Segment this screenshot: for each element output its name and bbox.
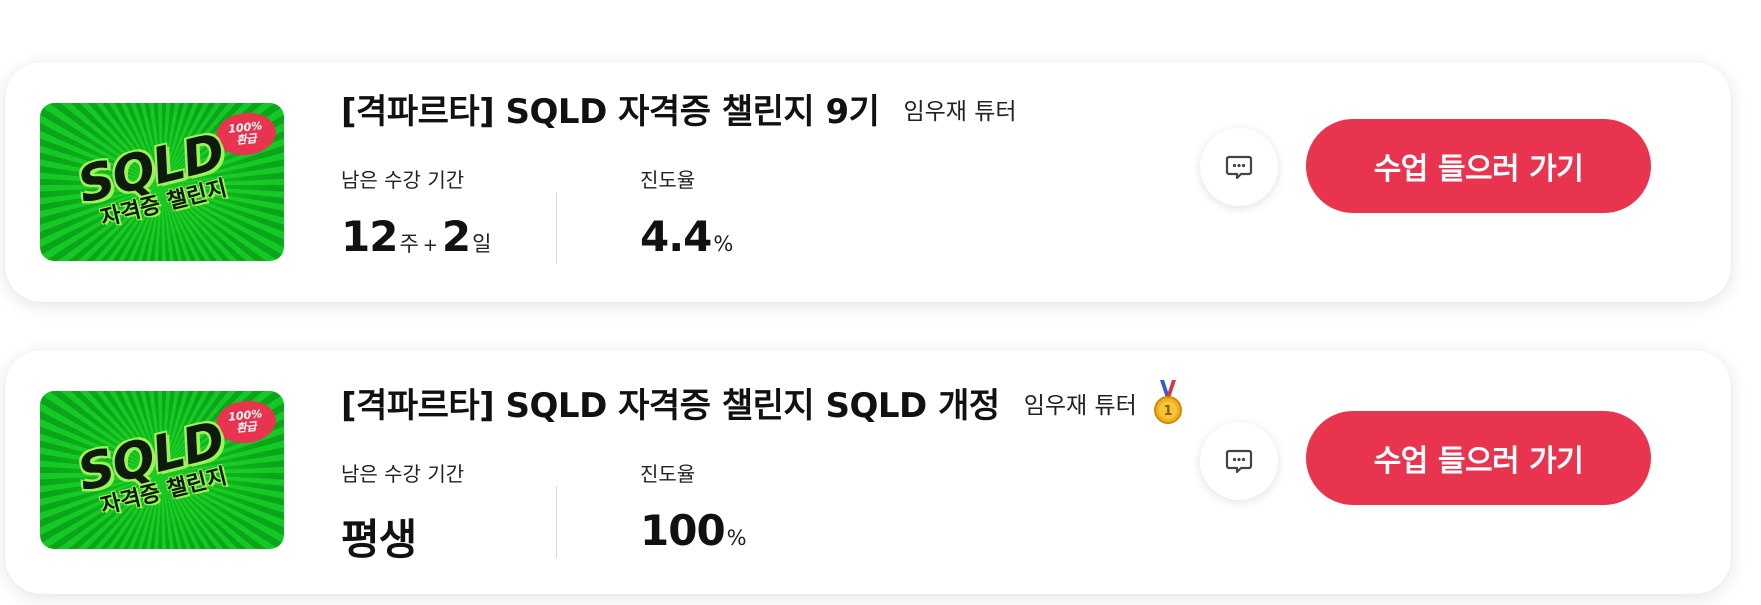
course-card: 100% 환급 SQLD 자격증 챌린지 [격파르타] SQLD 자격증 챌린지… (5, 62, 1731, 302)
stat-divider (556, 486, 557, 558)
go-to-class-button[interactable]: 수업 들으러 가기 (1306, 119, 1651, 213)
thumbnail-logo: SQLD 자격증 챌린지 (72, 410, 230, 520)
progress-value: 100 % (640, 506, 747, 555)
tutor-name: 임우재 튜터 (903, 98, 1017, 125)
gold-medal-icon: 1 (1153, 379, 1183, 426)
svg-text:1: 1 (1163, 404, 1172, 419)
chat-button[interactable] (1200, 128, 1278, 206)
progress-value: 4.4 % (640, 212, 734, 261)
title-row: [격파르타] SQLD 자격증 챌린지 SQLD 개정 임우재 튜터 1 (341, 378, 1183, 427)
progress-label: 진도율 (640, 462, 696, 486)
course-thumbnail[interactable]: 100% 환급 SQLD 자격증 챌린지 (40, 391, 284, 549)
progress-label: 진도율 (640, 168, 696, 192)
chat-button[interactable] (1200, 422, 1278, 500)
thumbnail-logo: SQLD 자격증 챌린지 (72, 122, 230, 232)
course-title[interactable]: [격파르타] SQLD 자격증 챌린지 SQLD 개정 (341, 378, 1000, 427)
chat-bubble-icon (1225, 155, 1253, 180)
period-value: 평생 (341, 515, 417, 564)
go-to-class-button[interactable]: 수업 들으러 가기 (1306, 411, 1651, 505)
chat-bubble-icon (1225, 449, 1253, 474)
refund-badge: 100% 환급 (213, 109, 279, 159)
stat-divider (556, 192, 557, 264)
course-list: 100% 환급 SQLD 자격증 챌린지 [격파르타] SQLD 자격증 챌린지… (0, 0, 1761, 605)
period-value: 12 주 + 2 일 (341, 212, 492, 261)
course-card: 100% 환급 SQLD 자격증 챌린지 [격파르타] SQLD 자격증 챌린지… (5, 350, 1731, 594)
period-label: 남은 수강 기간 (341, 462, 465, 486)
period-label: 남은 수강 기간 (341, 168, 465, 192)
refund-badge: 100% 환급 (213, 397, 279, 447)
course-title[interactable]: [격파르타] SQLD 자격증 챌린지 9기 (341, 84, 880, 133)
tutor-name: 임우재 튜터 (1023, 392, 1137, 419)
course-thumbnail[interactable]: 100% 환급 SQLD 자격증 챌린지 (40, 103, 284, 261)
title-row: [격파르타] SQLD 자격증 챌린지 9기 임우재 튜터 (341, 84, 1017, 133)
